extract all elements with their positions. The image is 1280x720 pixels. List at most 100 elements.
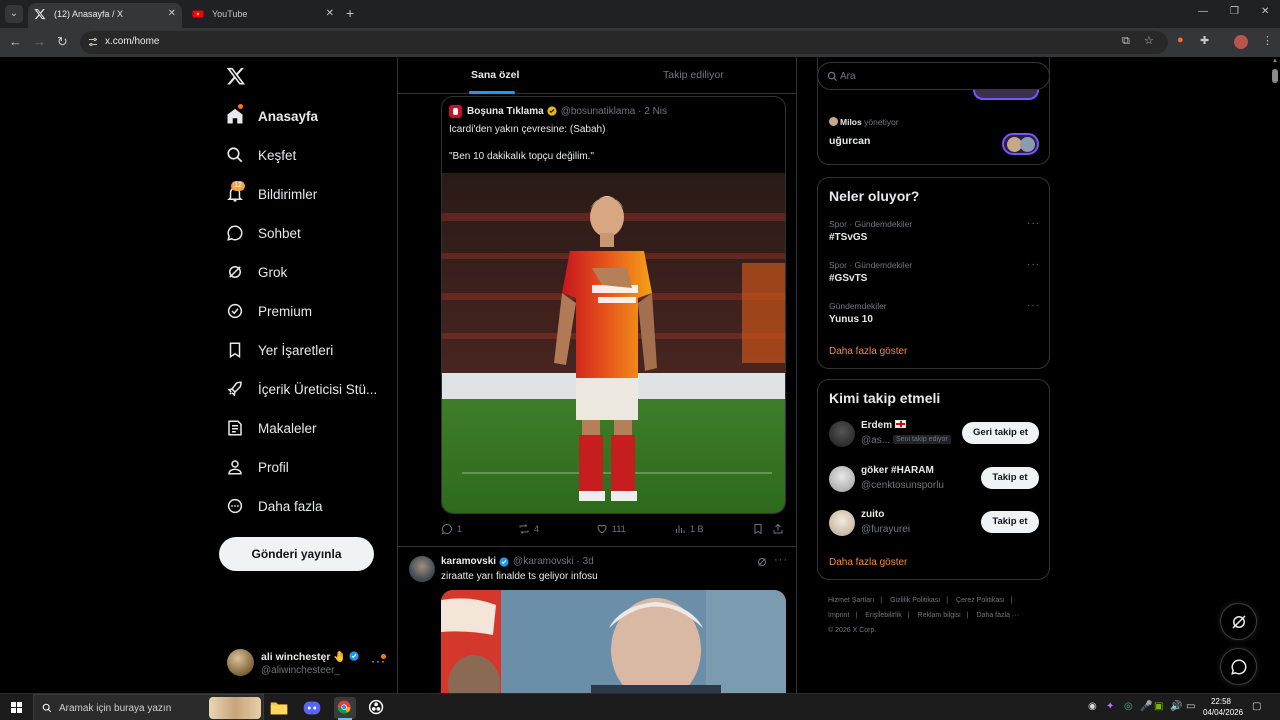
nav-explore[interactable]: Keşfet <box>226 141 296 169</box>
restore-icon[interactable]: ❐ <box>1230 6 1239 17</box>
follow-button[interactable]: Takip et <box>981 511 1039 533</box>
avatar[interactable] <box>409 556 435 582</box>
taskbar-search[interactable]: Aramak için buraya yazın <box>33 694 264 720</box>
messages-fab-button[interactable] <box>1220 648 1257 685</box>
minimize-icon[interactable]: — <box>1198 6 1208 17</box>
extension-brave-icon[interactable]: ● <box>1177 34 1184 46</box>
tab-search-button[interactable]: ⌄ <box>5 5 23 23</box>
follow-back-button[interactable]: Geri takip et <box>962 422 1039 444</box>
follow-suggestion[interactable]: göker #HARAM @cenktosunsporlu Takip et <box>829 463 1044 497</box>
notification-center-icon[interactable]: ▢ <box>1252 701 1261 712</box>
post-photo[interactable] <box>442 173 785 513</box>
follow-suggestion[interactable]: Erdem @as... Seni takip ediyor Geri taki… <box>829 418 1044 452</box>
tray-app-icon[interactable]: ✦ <box>1106 701 1114 712</box>
footer-link[interactable]: Reklam bilgisi <box>918 612 961 619</box>
avatar[interactable] <box>829 421 855 447</box>
footer-link[interactable]: Çerez Politikası <box>956 597 1005 604</box>
volume-icon[interactable]: 🔊 <box>1170 701 1182 712</box>
suggestion-name: Erdem <box>861 420 907 431</box>
windows-start-icon[interactable] <box>11 702 22 713</box>
tab-x-home[interactable]: (12) Anasayfa / X ✕ <box>28 3 182 28</box>
grok-icon[interactable] <box>756 556 768 568</box>
nav-premium[interactable]: Premium <box>226 297 312 325</box>
x-logo-icon[interactable] <box>226 66 246 86</box>
tray-app-icon[interactable]: ◉ <box>1088 701 1097 712</box>
trend-name[interactable]: Yunus 10 <box>829 314 873 325</box>
tray-app-icon[interactable]: ◎ <box>1124 701 1133 712</box>
post[interactable]: karamovski @karamovski · 3d ··· ziraatte… <box>398 546 796 693</box>
footer-link[interactable]: Erişilebilirlik <box>865 612 902 619</box>
bookmark-button[interactable] <box>752 523 768 535</box>
nav-more[interactable]: Daha fazla <box>226 492 323 520</box>
footer-link[interactable]: Gizlilik Politikası <box>890 597 940 604</box>
nav-grok[interactable]: Grok <box>226 258 287 286</box>
trend-more-icon[interactable]: ··· <box>1027 218 1040 229</box>
profile-avatar-icon[interactable] <box>1234 35 1248 49</box>
taskbar-file-explorer[interactable] <box>268 697 290 719</box>
trend-name[interactable]: #TSvGS <box>829 232 867 243</box>
trend-more-icon[interactable]: ··· <box>1027 300 1040 311</box>
scroll-up-arrow-icon[interactable]: ▲ <box>1272 58 1278 64</box>
close-tab-icon[interactable]: ✕ <box>326 3 334 25</box>
footer-link[interactable]: Imprint <box>828 612 849 619</box>
bookmark-star-icon[interactable]: ☆ <box>1144 34 1154 47</box>
taskbar-search-placeholder: Aramak için buraya yazın <box>59 703 172 714</box>
trends-show-more-link[interactable]: Daha fazla göster <box>829 346 907 357</box>
back-icon[interactable]: ← <box>9 34 22 49</box>
search-box[interactable]: Ara <box>817 62 1050 90</box>
trend-name[interactable]: #GSvTS <box>829 273 867 284</box>
taskbar-chrome[interactable] <box>334 697 356 720</box>
site-info-icon[interactable] <box>87 36 99 48</box>
share-button[interactable] <box>772 523 788 535</box>
extensions-icon[interactable]: ✚ <box>1200 34 1209 47</box>
nav-articles[interactable]: Makaleler <box>226 414 317 442</box>
new-tab-button[interactable]: + <box>346 5 354 21</box>
nav-bookmarks[interactable]: Yer İşaretleri <box>226 336 333 364</box>
nav-creator-studio[interactable]: İçerik Üreticisi Stü... <box>226 375 377 403</box>
nav-profile[interactable]: Profil <box>226 453 289 481</box>
reload-icon[interactable]: ↻ <box>57 34 68 50</box>
quoted-post[interactable]: Boşuna Tıklama @bosunatiklama · 2 Nis Ic… <box>441 96 786 514</box>
chrome-menu-icon[interactable]: ⋮ <box>1262 34 1273 47</box>
follow-suggestion[interactable]: zuito @furayurei Takip et <box>829 507 1044 541</box>
close-tab-icon[interactable]: ✕ <box>168 3 176 25</box>
taskbar-discord[interactable] <box>301 697 323 719</box>
post-more-icon[interactable]: ··· <box>774 554 788 566</box>
close-window-icon[interactable]: ✕ <box>1261 6 1269 17</box>
tab-for-you[interactable]: Sana özel <box>471 69 519 81</box>
trend-more-icon[interactable]: ··· <box>1027 259 1040 270</box>
cast-icon[interactable]: ⧉ <box>1122 35 1130 48</box>
post-video[interactable] <box>441 590 786 693</box>
taskbar-obs[interactable] <box>366 697 388 719</box>
tab-following[interactable]: Takip ediliyor <box>663 69 724 81</box>
taskbar-clock[interactable]: 22:58 04/04/2026 <box>1203 696 1243 718</box>
omnibox[interactable]: x.com/home ⧉ ☆ <box>80 31 1168 54</box>
account-switcher[interactable]: ali winchestęr 🤚 @aliwinchesteer_ ··· <box>227 648 397 680</box>
author-name[interactable]: Boşuna Tıklama <box>467 106 544 117</box>
scrollbar-thumb[interactable] <box>1272 69 1278 83</box>
footer-link[interactable]: Daha fazla ··· <box>977 612 1019 619</box>
avatar[interactable] <box>829 466 855 492</box>
microphone-icon[interactable]: 🎤 <box>1140 701 1152 712</box>
nav-home[interactable]: Anasayfa <box>226 102 318 130</box>
nvidia-icon[interactable]: ▣ <box>1154 701 1163 712</box>
nav-notifications[interactable]: 12 Bildirimler <box>226 180 317 208</box>
follow-button[interactable]: Takip et <box>981 467 1039 489</box>
grok-fab-button[interactable] <box>1220 603 1257 640</box>
reply-button[interactable]: 1 <box>441 523 462 535</box>
who-to-follow-show-more-link[interactable]: Daha fazla göster <box>829 557 907 568</box>
network-icon[interactable]: ▭ <box>1186 701 1195 712</box>
url-text[interactable]: x.com/home <box>105 36 159 47</box>
views-button[interactable]: 1 B <box>674 523 704 535</box>
repost-button[interactable]: 4 <box>518 523 539 535</box>
like-button[interactable]: 111 <box>596 523 626 535</box>
tab-youtube[interactable]: YouTube ✕ <box>186 3 340 28</box>
post-button[interactable]: Gönderi yayınla <box>219 537 374 571</box>
footer-link[interactable]: Hizmet Şartları <box>828 597 874 604</box>
avatar[interactable] <box>829 510 855 536</box>
author-name[interactable]: karamovski <box>441 556 496 567</box>
profile-icon <box>226 458 244 476</box>
nav-chat[interactable]: Sohbet <box>226 219 301 247</box>
forward-icon[interactable]: → <box>33 34 46 49</box>
avatar[interactable] <box>449 104 462 118</box>
